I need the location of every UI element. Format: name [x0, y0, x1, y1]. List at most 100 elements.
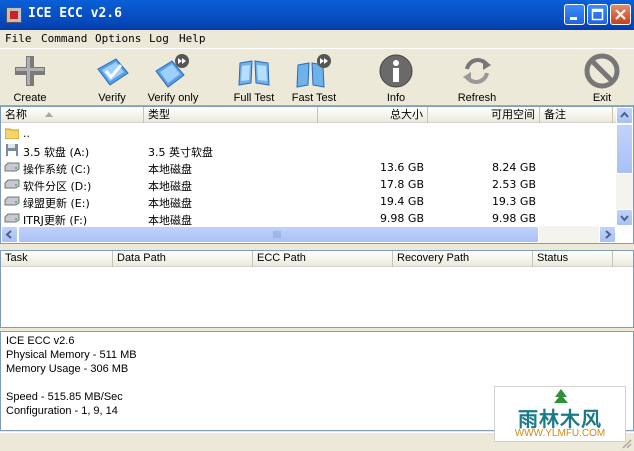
column-name[interactable]: 名称	[1, 107, 144, 123]
drive-row-d[interactable]: 软件分区 (D:) 本地磁盘 17.8 GB 2.53 GB	[1, 176, 613, 193]
scroll-up-button[interactable]	[616, 107, 633, 124]
create-button[interactable]: Create	[4, 51, 56, 105]
menu-log[interactable]: Log	[149, 32, 169, 45]
scroll-thumb[interactable]	[616, 124, 633, 174]
menu-help[interactable]: Help	[179, 32, 206, 45]
hard-drive-icon	[4, 162, 20, 172]
plus-icon	[15, 56, 45, 86]
verify-only-label: Verify only	[147, 92, 199, 104]
hard-drive-icon	[4, 179, 20, 189]
refresh-label: Refresh	[457, 92, 497, 104]
column-notes[interactable]: 备注	[540, 107, 613, 123]
menu-options[interactable]: Options	[95, 32, 141, 45]
drive-name: 软件分区 (D:)	[23, 180, 92, 193]
drive-free: 8.24 GB	[491, 161, 536, 174]
menu-file[interactable]: File	[5, 32, 32, 45]
drive-free: 2.53 GB	[491, 178, 536, 191]
task-list-header: Task Data Path ECC Path Recovery Path St…	[1, 251, 633, 267]
grip-icon	[273, 231, 281, 238]
log-line: ICE ECC v2.6	[6, 335, 75, 347]
drive-type: 本地磁盘	[148, 163, 192, 176]
drive-size: 17.8 GB	[379, 178, 424, 191]
horizontal-scroll-thumb[interactable]	[18, 226, 539, 243]
title-bar[interactable]: ICE ECC v2.6	[0, 0, 634, 30]
scroll-left-button[interactable]	[1, 226, 18, 243]
log-line: Configuration - 1, 9, 14	[6, 405, 118, 417]
floppy-icon	[6, 144, 18, 156]
drive-list-vertical-scrollbar[interactable]	[616, 107, 633, 226]
verify-only-icon	[155, 54, 189, 88]
drive-row-c[interactable]: 操作系统 (C:) 本地磁盘 13.6 GB 8.24 GB	[1, 159, 613, 176]
refresh-button[interactable]: Refresh	[454, 51, 500, 105]
close-icon	[615, 9, 626, 20]
drive-row-f[interactable]: ITRJ更新 (F:) 本地磁盘 9.98 GB 9.98 GB	[1, 210, 613, 227]
maximize-icon	[591, 8, 604, 21]
hard-drive-icon	[4, 213, 20, 223]
drive-free: 9.98 GB	[491, 212, 536, 225]
watermark-url: WWW.YLMFU.COM	[514, 428, 606, 439]
menu-bar: File Command Options Log Help	[0, 30, 634, 48]
info-label: Info	[386, 92, 406, 104]
drive-type: 3.5 英寸软盘	[148, 146, 213, 159]
scroll-down-button[interactable]	[616, 209, 633, 226]
verify-only-button[interactable]: Verify only	[144, 51, 202, 105]
task-list: Task Data Path ECC Path Recovery Path St…	[0, 250, 634, 328]
maximize-button[interactable]	[587, 4, 608, 25]
verify-button[interactable]: Verify	[90, 51, 134, 105]
sort-up-icon	[45, 112, 53, 117]
drive-size: 19.4 GB	[379, 195, 424, 208]
drive-name: 3.5 软盘 (A:)	[23, 146, 90, 159]
drive-name: 绿盟更新 (E:)	[23, 197, 90, 210]
drive-type: 本地磁盘	[148, 180, 192, 193]
chevron-up-icon	[620, 111, 629, 118]
minimize-icon	[570, 17, 577, 20]
column-status[interactable]: Status	[533, 251, 613, 267]
verify-label: Verify	[98, 92, 126, 104]
window-title: ICE ECC v2.6	[28, 6, 122, 21]
fast-test-icon	[296, 54, 331, 88]
column-type[interactable]: 类型	[144, 107, 318, 123]
log-line: Physical Memory - 511 MB	[6, 349, 137, 361]
chevron-down-icon	[620, 215, 629, 222]
drive-row-a[interactable]: 3.5 软盘 (A:) 3.5 英寸软盘	[1, 142, 613, 159]
column-total-size[interactable]: 总大小	[318, 107, 428, 123]
info-icon	[379, 54, 413, 88]
column-recovery-path[interactable]: Recovery Path	[393, 251, 533, 267]
full-test-button[interactable]: Full Test	[230, 51, 278, 105]
menu-command[interactable]: Command	[41, 32, 87, 45]
drive-name: 操作系统 (C:)	[23, 163, 91, 176]
drive-free: 19.3 GB	[491, 195, 536, 208]
drive-list: 名称 类型 总大小 可用空间 备注 .. 3.5 软盘 (A:) 3.5 英寸软…	[0, 106, 634, 244]
scroll-right-button[interactable]	[599, 226, 616, 243]
chevron-left-icon	[5, 230, 12, 239]
refresh-icon	[463, 58, 491, 84]
drive-type: 本地磁盘	[148, 197, 192, 210]
folder-icon	[5, 128, 19, 139]
exit-icon	[584, 53, 620, 89]
tree-icon	[554, 389, 568, 403]
drive-size: 13.6 GB	[379, 161, 424, 174]
column-ecc-path[interactable]: ECC Path	[253, 251, 393, 267]
log-line: Memory Usage - 306 MB	[6, 363, 129, 375]
column-task[interactable]: Task	[1, 251, 113, 267]
watermark-logo: 雨林木风 WWW.YLMFU.COM	[494, 386, 626, 442]
exit-button[interactable]: Exit	[582, 51, 622, 105]
fast-test-button[interactable]: Fast Test	[288, 51, 340, 105]
column-free-space[interactable]: 可用空间	[428, 107, 540, 123]
minimize-button[interactable]	[564, 4, 585, 25]
drive-row-e[interactable]: 绿盟更新 (E:) 本地磁盘 19.4 GB 19.3 GB	[1, 193, 613, 210]
column-name-label: 名称	[5, 108, 27, 121]
toolbar: Create Verify Verify only Full Test Fast…	[0, 48, 634, 106]
fast-test-label: Fast Test	[291, 92, 337, 104]
drive-list-header: 名称 类型 总大小 可用空间 备注	[1, 107, 633, 123]
drive-list-horizontal-scrollbar[interactable]	[1, 226, 616, 243]
exit-label: Exit	[592, 92, 612, 104]
close-button[interactable]	[610, 4, 631, 25]
info-button[interactable]: Info	[376, 51, 416, 105]
column-data-path[interactable]: Data Path	[113, 251, 253, 267]
full-test-icon	[238, 60, 270, 86]
drive-size: 9.98 GB	[379, 212, 424, 225]
drive-row-parent[interactable]: ..	[1, 125, 613, 142]
full-test-label: Full Test	[233, 92, 275, 104]
hard-drive-icon	[4, 196, 20, 206]
